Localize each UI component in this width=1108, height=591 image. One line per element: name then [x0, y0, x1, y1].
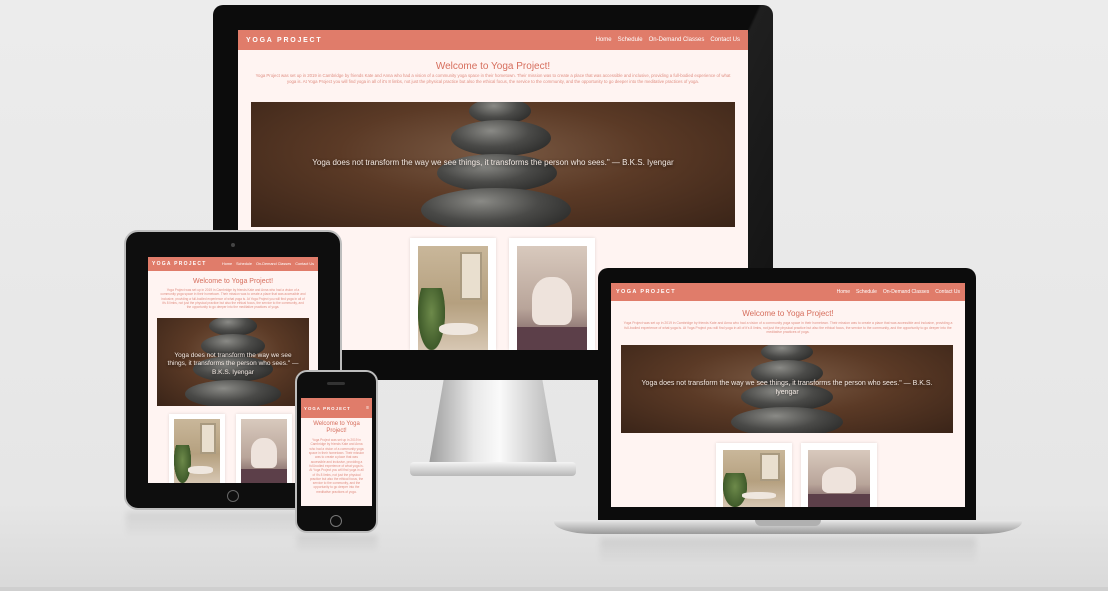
brand-logo[interactable]: YOGA PROJECT — [616, 289, 676, 295]
intro-text: Yoga Project was set up in 2019 in Cambr… — [308, 438, 365, 494]
page-title: Welcome to Yoga Project! — [742, 309, 834, 318]
class-card[interactable] — [716, 443, 792, 507]
class-card[interactable] — [169, 414, 225, 483]
class-card[interactable] — [410, 238, 496, 350]
stone — [185, 380, 281, 406]
phone-screen: YOGA PROJECT ≡ Welcome to Yoga Project! … — [301, 398, 372, 506]
class-card[interactable] — [801, 443, 877, 507]
nav-home[interactable]: Home — [837, 289, 850, 295]
class-card[interactable] — [236, 414, 292, 483]
nav-on-demand[interactable]: On-Demand Classes — [883, 289, 929, 295]
class-photo — [174, 419, 220, 483]
nav-contact[interactable]: Contact Us — [935, 289, 960, 295]
laptop-reflection — [600, 538, 976, 564]
nav-links: Home Schedule On-Demand Classes Contact … — [837, 289, 960, 295]
class-card[interactable] — [509, 238, 595, 350]
nav-links: Home Schedule On-Demand Classes Contact … — [596, 37, 740, 43]
intro-text: Yoga Project was set up in 2019 in Cambr… — [160, 288, 306, 310]
hero-quote: Yoga does not transform the way we see t… — [641, 380, 933, 397]
nav-schedule[interactable]: Schedule — [236, 262, 252, 266]
stone — [731, 407, 843, 433]
class-photo — [241, 419, 287, 483]
nav-schedule[interactable]: Schedule — [618, 37, 643, 43]
desktop-stand — [428, 380, 558, 470]
brand-logo[interactable]: YOGA PROJECT — [152, 261, 207, 267]
navbar: YOGA PROJECT Home Schedule On-Demand Cla… — [238, 30, 748, 50]
hero-image: Yoga does not transform the way we see t… — [251, 102, 735, 227]
class-photo — [517, 246, 587, 350]
class-photo — [808, 450, 870, 507]
nav-schedule[interactable]: Schedule — [856, 289, 877, 295]
phone-reflection — [297, 535, 377, 553]
stone — [451, 120, 551, 156]
nav-contact[interactable]: Contact Us — [710, 37, 740, 43]
nav-on-demand[interactable]: On-Demand Classes — [649, 37, 705, 43]
page-title: Welcome to Yoga Project! — [435, 61, 551, 72]
navbar: YOGA PROJECT Home Schedule On-Demand Cla… — [148, 257, 318, 271]
laptop-screen: YOGA PROJECT Home Schedule On-Demand Cla… — [611, 283, 965, 507]
hero-quote: Yoga does not transform the way we see t… — [167, 352, 299, 376]
nav-home[interactable]: Home — [222, 262, 232, 266]
hero-quote: Yoga does not transform the way we see t… — [312, 158, 674, 167]
navbar: YOGA PROJECT ≡ — [301, 398, 372, 418]
class-photo — [723, 450, 785, 507]
tablet-home-button — [227, 490, 239, 502]
stone — [421, 188, 571, 227]
nav-links: Home Schedule On-Demand Classes Contact … — [222, 262, 314, 266]
floor-line — [0, 587, 1108, 591]
brand-logo[interactable]: YOGA PROJECT — [304, 406, 351, 411]
brand-logo[interactable]: YOGA PROJECT — [246, 37, 322, 44]
page-title: Welcome to Yoga Project! — [192, 278, 274, 285]
intro-text: Yoga Project was set up in 2019 in Cambr… — [623, 321, 953, 335]
phone-home-button — [330, 515, 342, 527]
menu-icon[interactable]: ≡ — [366, 405, 369, 411]
nav-home[interactable]: Home — [596, 37, 612, 43]
phone-speaker — [327, 382, 345, 385]
nav-on-demand[interactable]: On-Demand Classes — [256, 262, 291, 266]
hero-image: Yoga does not transform the way we see t… — [621, 345, 953, 433]
class-photo — [418, 246, 488, 350]
page-title: Welcome to Yoga Project! — [313, 421, 360, 434]
desktop-base — [410, 462, 576, 476]
tablet-camera — [231, 243, 235, 247]
hero-image: Yoga does not transform the way we see t… — [157, 318, 309, 406]
navbar: YOGA PROJECT Home Schedule On-Demand Cla… — [611, 283, 965, 301]
intro-text: Yoga Project was set up in 2019 in Cambr… — [255, 73, 731, 84]
tablet-screen: YOGA PROJECT Home Schedule On-Demand Cla… — [148, 257, 318, 483]
nav-contact[interactable]: Contact Us — [295, 262, 314, 266]
laptop-notch — [755, 520, 821, 526]
